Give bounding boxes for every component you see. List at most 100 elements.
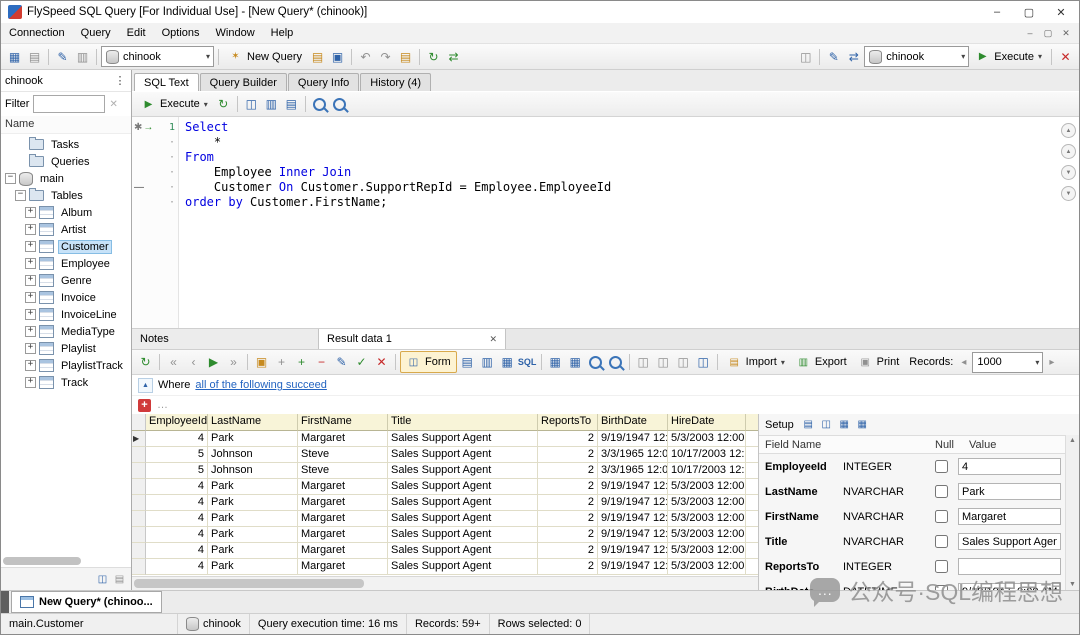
tree-item-invoice[interactable]: +Invoice xyxy=(1,289,131,306)
connect-icon[interactable]: ⇄ xyxy=(844,47,863,66)
expander-icon[interactable]: + xyxy=(25,275,36,286)
maximize-button[interactable]: ▢ xyxy=(1013,2,1045,22)
tab-history-4[interactable]: History (4) xyxy=(360,73,431,91)
scroll-down-icon[interactable]: ▼ xyxy=(1069,581,1076,588)
records-prev-icon[interactable]: ◂ xyxy=(956,355,971,370)
table-row[interactable]: ▶4ParkMargaretSales Support Agent29/19/1… xyxy=(132,431,758,447)
form-view-button[interactable]: ◫ Form xyxy=(400,351,457,373)
zoom-out-icon[interactable] xyxy=(606,353,625,372)
field-value-input[interactable] xyxy=(958,458,1061,475)
tree-item-playlisttrack[interactable]: +PlaylistTrack xyxy=(1,357,131,374)
grid-col-title[interactable]: Title xyxy=(388,414,538,431)
expander-icon[interactable]: + xyxy=(25,292,36,303)
tree-item-genre[interactable]: +Genre xyxy=(1,272,131,289)
setup-layout-3-icon[interactable]: ▦ xyxy=(837,417,852,432)
expander-icon[interactable]: + xyxy=(25,241,36,252)
pivot-icon[interactable]: ▦ xyxy=(546,353,565,372)
new-query-button[interactable]: ✶ New Query xyxy=(223,47,307,67)
expander-icon[interactable]: + xyxy=(25,360,36,371)
open-folder-icon[interactable]: ▤ xyxy=(308,47,327,66)
execute-button[interactable]: ▶ Execute ▾ xyxy=(970,47,1047,67)
tree-item-track[interactable]: +Track xyxy=(1,374,131,391)
close-query-icon[interactable]: ✕ xyxy=(1056,47,1075,66)
sql-editor[interactable]: ✱→1···—·· Select *From Employee Inner Jo… xyxy=(132,117,1079,329)
scroll-down-page-icon[interactable]: ▼ xyxy=(1061,165,1076,180)
expander-icon[interactable]: + xyxy=(25,377,36,388)
tree-item-playlist[interactable]: +Playlist xyxy=(1,340,131,357)
layout-1-icon[interactable]: ◫ xyxy=(634,353,653,372)
expander-icon[interactable]: + xyxy=(25,343,36,354)
zoom-in-icon[interactable] xyxy=(586,353,605,372)
tab-result-data-1[interactable]: Result data 1✕ xyxy=(319,329,506,349)
setup-vertical-scrollbar[interactable]: ▲ ▼ xyxy=(1065,435,1079,590)
setup-layout-4-icon[interactable]: ▦ xyxy=(855,417,870,432)
scroll-down-icon[interactable]: ▼ xyxy=(1061,186,1076,201)
tree-item-queries[interactable]: Queries xyxy=(1,153,131,170)
child-restore-button[interactable]: ▢ xyxy=(1039,28,1057,39)
layout-4-icon[interactable]: ◫ xyxy=(694,353,713,372)
grid-horizontal-scrollbar[interactable] xyxy=(132,576,758,590)
tools-icon[interactable]: ◫ xyxy=(796,47,815,66)
table-row[interactable]: 4ParkMargaretSales Support Agent29/19/19… xyxy=(132,559,758,575)
field-value-input[interactable] xyxy=(958,533,1061,550)
import-button[interactable]: ▤ Import ▾ xyxy=(722,352,790,372)
grid-col-firstname[interactable]: FirstName xyxy=(298,414,388,431)
tree-item-employee[interactable]: +Employee xyxy=(1,255,131,272)
expander-icon[interactable]: + xyxy=(25,207,36,218)
grid-col-hiredate[interactable]: HireDate xyxy=(668,414,746,431)
zoom-in-icon[interactable] xyxy=(310,95,329,114)
tab-query-info[interactable]: Query Info xyxy=(288,73,359,91)
table-row[interactable]: 4ParkMargaretSales Support Agent29/19/19… xyxy=(132,479,758,495)
prior-record-icon[interactable]: ‹ xyxy=(184,353,203,372)
eraser-icon[interactable]: ▥ xyxy=(73,47,92,66)
scrollbar-thumb[interactable] xyxy=(134,579,364,588)
close-button[interactable]: ✕ xyxy=(1045,2,1077,22)
filter-input[interactable] xyxy=(33,95,105,113)
clear-filter-icon[interactable]: ✕ xyxy=(109,99,117,110)
menu-window[interactable]: Window xyxy=(208,25,263,41)
null-checkbox[interactable] xyxy=(935,585,948,590)
sql-view-icon[interactable]: SQL xyxy=(518,353,537,372)
tab-query-builder[interactable]: Query Builder xyxy=(200,73,287,91)
grid-col-lastname[interactable]: LastName xyxy=(208,414,298,431)
edit-record-icon[interactable]: ✎ xyxy=(332,353,351,372)
post-edit-icon[interactable]: ✓ xyxy=(352,353,371,372)
cancel-edit-icon[interactable]: ✕ xyxy=(372,353,391,372)
scroll-up-icon[interactable]: ▲ xyxy=(1069,437,1076,444)
field-value-input[interactable] xyxy=(958,508,1061,525)
tree-item-artist[interactable]: +Artist xyxy=(1,221,131,238)
format-sql-icon[interactable]: ▥ xyxy=(262,95,281,114)
grid-view-icon[interactable]: ▤ xyxy=(458,353,477,372)
table-row[interactable]: 4ParkMargaretSales Support Agent29/19/19… xyxy=(132,511,758,527)
menu-options[interactable]: Options xyxy=(154,25,208,41)
export-data-icon[interactable]: ▤ xyxy=(25,47,44,66)
sync-icon[interactable]: ⇄ xyxy=(444,47,463,66)
grid-col-employeeid[interactable]: EmployeeId xyxy=(146,414,208,431)
child-minimize-button[interactable]: – xyxy=(1021,28,1039,38)
last-record-icon[interactable]: » xyxy=(224,353,243,372)
records-limit-combobox[interactable]: 1000 ▾ xyxy=(972,352,1043,373)
scrollbar-thumb[interactable] xyxy=(3,557,81,565)
run-statement-icon[interactable]: → xyxy=(143,122,153,133)
refresh-icon[interactable]: ↻ xyxy=(424,47,443,66)
tab-sql-text[interactable]: SQL Text xyxy=(134,73,199,91)
active-connection-combobox[interactable]: chinook ▾ xyxy=(864,46,969,67)
field-value-input[interactable] xyxy=(958,483,1061,500)
pencil-icon[interactable]: ✎ xyxy=(53,47,72,66)
layout-3-icon[interactable]: ◫ xyxy=(674,353,693,372)
tree-item-album[interactable]: +Album xyxy=(1,204,131,221)
sidebar-scrollbar[interactable] xyxy=(1,555,131,567)
null-checkbox[interactable] xyxy=(935,560,948,573)
tree-item-tables[interactable]: −Tables xyxy=(1,187,131,204)
print-button[interactable]: ▣ Print xyxy=(853,352,905,372)
expander-icon[interactable]: − xyxy=(5,173,16,184)
filter-condition-link[interactable]: all of the following succeed xyxy=(195,379,326,391)
null-checkbox[interactable] xyxy=(935,510,948,523)
tab-notes[interactable]: Notes xyxy=(132,329,319,349)
grid-col-reportsto[interactable]: ReportsTo xyxy=(538,414,598,431)
tree-item-mediatype[interactable]: +MediaType xyxy=(1,323,131,340)
menu-connection[interactable]: Connection xyxy=(1,25,73,41)
append-record-icon[interactable]: + xyxy=(292,353,311,372)
expander-icon[interactable]: + xyxy=(25,326,36,337)
field-value-input[interactable] xyxy=(958,583,1061,590)
